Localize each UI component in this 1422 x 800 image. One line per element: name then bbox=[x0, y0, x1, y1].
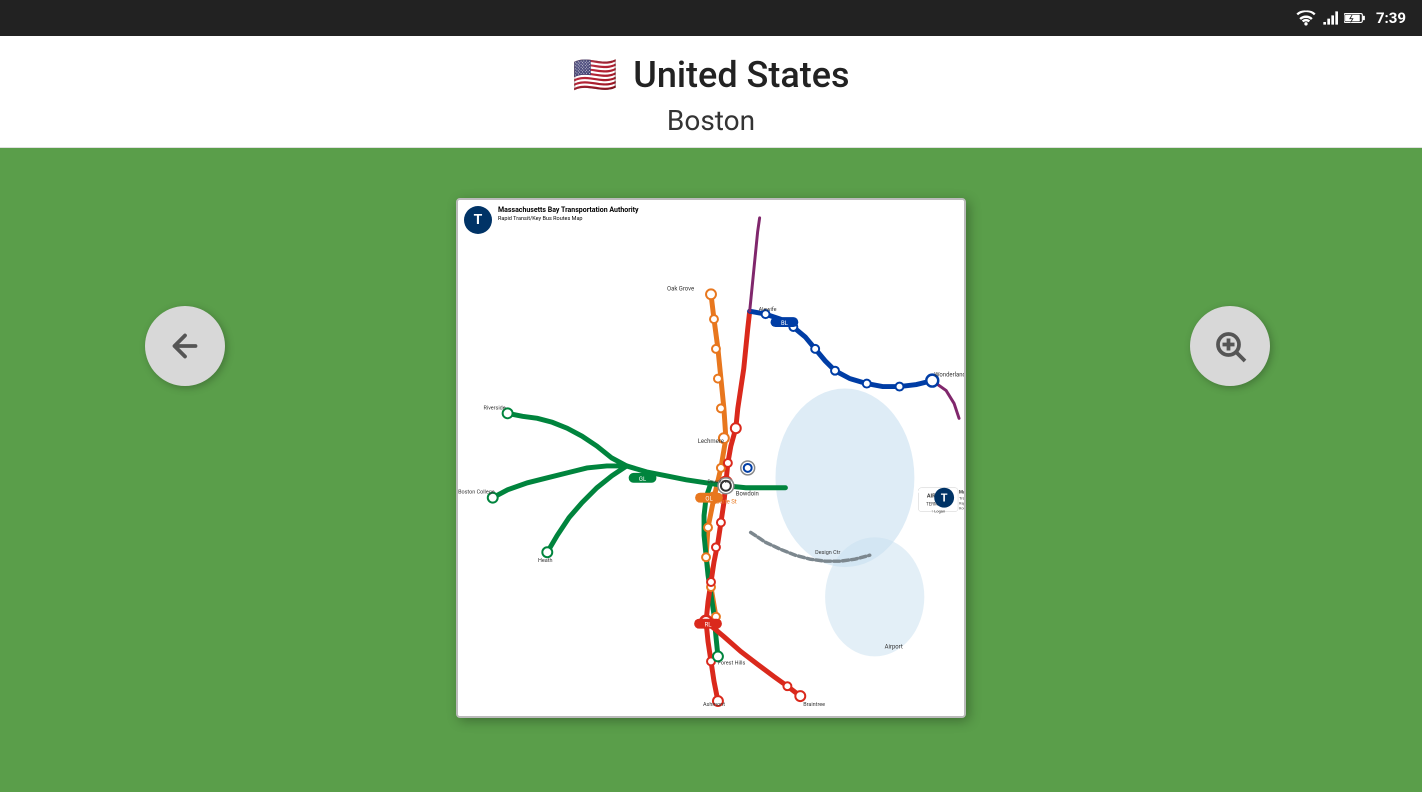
status-time: 7:39 bbox=[1376, 9, 1406, 27]
header: 🇺🇸 United States Boston bbox=[0, 36, 1422, 148]
svg-text:BL: BL bbox=[781, 320, 789, 327]
svg-text:Transportation Authority: Transportation Authority bbox=[959, 496, 964, 501]
svg-text:Rapid Transit/Key Bus: Rapid Transit/Key Bus bbox=[959, 502, 964, 506]
search-zoom-icon bbox=[1212, 328, 1248, 364]
transit-map: Oak Grove Wonderland Alewife Boston Coll… bbox=[458, 200, 964, 716]
map-container: Oak Grove Wonderland Alewife Boston Coll… bbox=[456, 198, 966, 718]
svg-text:RL: RL bbox=[705, 622, 713, 629]
svg-text:Wonderland: Wonderland bbox=[934, 372, 964, 379]
search-zoom-button[interactable] bbox=[1190, 306, 1270, 386]
svg-text:Downtown: Downtown bbox=[707, 479, 731, 485]
battery-icon bbox=[1344, 11, 1366, 25]
svg-text:Lechmere: Lechmere bbox=[698, 438, 724, 445]
svg-text:Riverside: Riverside bbox=[484, 405, 506, 411]
sim-icon bbox=[1322, 10, 1338, 26]
svg-text:Forest Hills: Forest Hills bbox=[718, 660, 746, 666]
city-name: Boston bbox=[667, 104, 755, 137]
svg-text:Design Ctr: Design Ctr bbox=[815, 550, 840, 556]
main-area: ! + bbox=[0, 148, 1422, 792]
svg-text:GL: GL bbox=[639, 476, 647, 483]
svg-text:Boston College: Boston College bbox=[458, 490, 495, 496]
status-icons bbox=[1296, 10, 1366, 26]
svg-text:Heath: Heath bbox=[538, 558, 553, 564]
map-title-text: Massachusetts Bay Transportation Authori… bbox=[498, 206, 639, 223]
svg-text:Bowdoin: Bowdoin bbox=[736, 491, 759, 498]
svg-text:Routes Map: Routes Map bbox=[959, 507, 964, 511]
svg-text:Oak Grove: Oak Grove bbox=[667, 285, 694, 292]
svg-text:↑ Logan: ↑ Logan bbox=[931, 509, 945, 514]
wifi-icon bbox=[1296, 10, 1316, 26]
country-name: United States bbox=[633, 54, 849, 96]
map-title-block: T Massachusetts Bay Transportation Autho… bbox=[464, 206, 639, 234]
svg-text:T: T bbox=[941, 492, 948, 505]
svg-text:Ashmont: Ashmont bbox=[703, 702, 725, 708]
back-icon bbox=[167, 328, 203, 364]
country-flag: 🇺🇸 bbox=[572, 54, 617, 96]
status-bar: 7:39 bbox=[0, 0, 1422, 36]
svg-text:Airport: Airport bbox=[885, 643, 903, 650]
svg-text:Alewife: Alewife bbox=[759, 306, 777, 313]
back-button[interactable] bbox=[145, 306, 225, 386]
svg-text:Braintree: Braintree bbox=[803, 702, 825, 708]
header-title-row: 🇺🇸 United States bbox=[572, 54, 849, 96]
mbta-logo: T bbox=[464, 206, 492, 234]
svg-text:OL: OL bbox=[705, 496, 713, 503]
